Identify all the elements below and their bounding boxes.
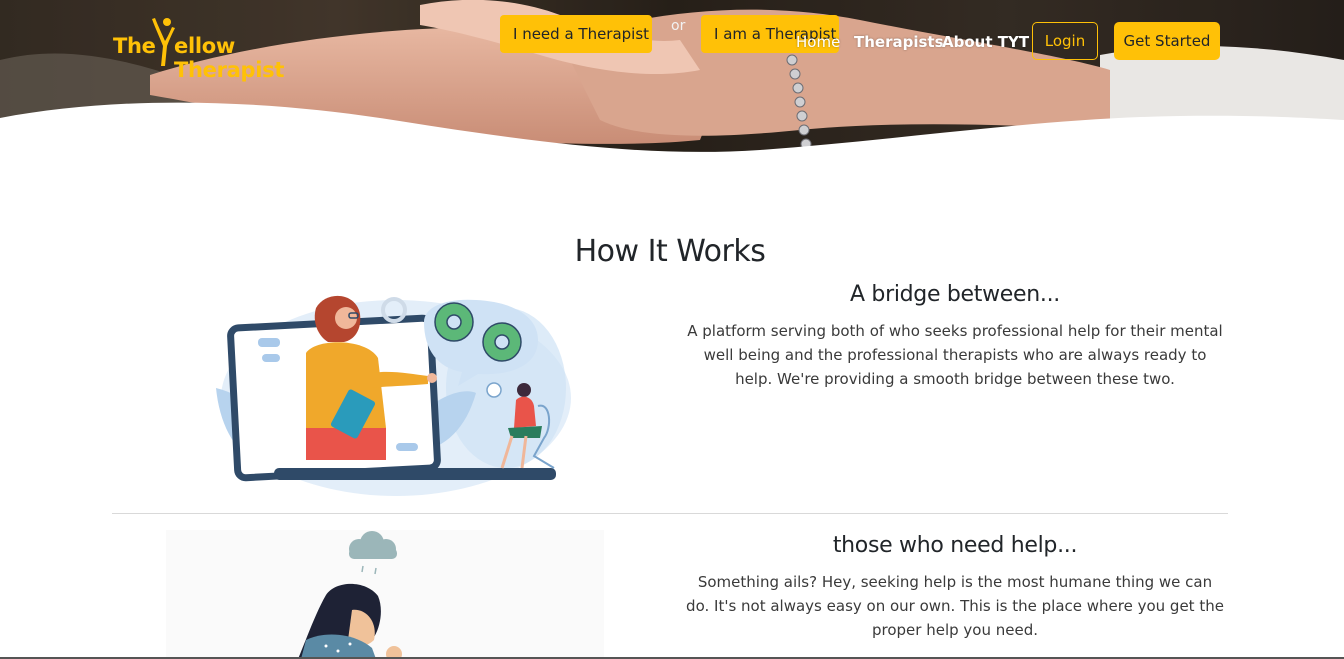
section-title: How It Works [574,234,766,269]
get-started-button[interactable]: Get Started [1114,22,1220,60]
section-divider [112,513,1228,514]
nav-therapists-link[interactable]: Therapists [854,33,944,51]
phone-icon [486,382,502,398]
nav-about-link[interactable]: About TYT [942,33,1029,51]
or-separator: or [671,18,686,34]
need-help-heading: those who need help... [832,533,1078,558]
hero-banner: The ellow Therapist I need a Therapist o… [0,0,1344,160]
logo-text-suffix: ellow Therapist [174,34,285,82]
nav-home-link[interactable]: Home [796,33,840,51]
sad-person-illustration [166,530,604,659]
need-therapist-button[interactable]: I need a Therapist [500,15,652,53]
bridge-description: A platform serving both of who seeks pro… [687,322,1223,388]
brand-logo[interactable]: The ellow Therapist [112,16,322,82]
login-button[interactable]: Login [1032,22,1098,60]
need-help-feature: those who need help... Something ails? H… [680,533,1230,642]
bridge-feature: A bridge between... A platform serving b… [680,282,1230,391]
need-help-description: Something ails? Hey, seeking help is the… [686,573,1224,639]
online-therapy-illustration [216,295,571,496]
bridge-heading: A bridge between... [849,282,1061,307]
